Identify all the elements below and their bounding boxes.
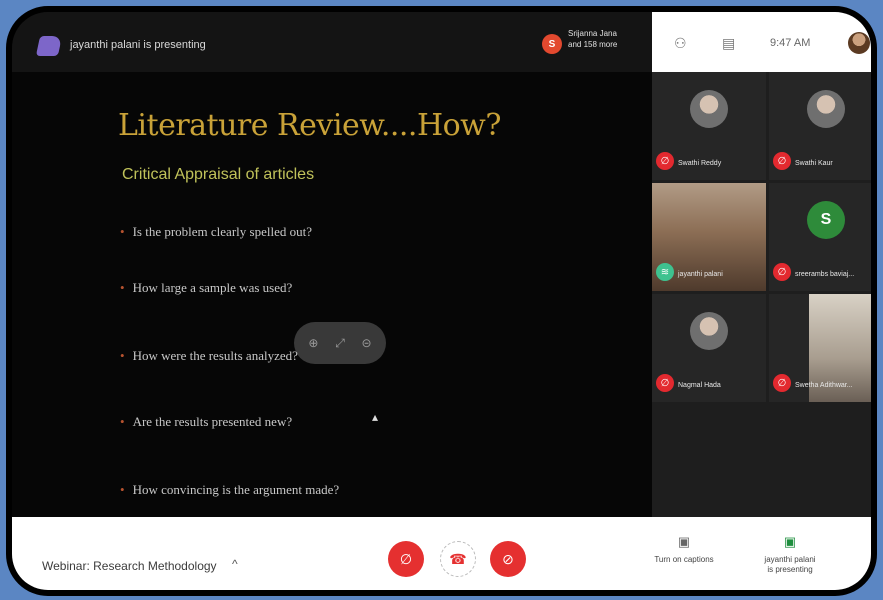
presentation-controls[interactable]: ⊕ ⤢ ⊝ xyxy=(294,322,386,364)
user-avatar[interactable] xyxy=(848,32,870,54)
avatar xyxy=(807,90,845,128)
participant-avatar[interactable]: S xyxy=(542,34,562,54)
captions-button[interactable]: ▣ Turn on captions xyxy=(644,534,724,565)
meeting-window: jayanthi palani is presenting S Srijanna… xyxy=(6,6,877,596)
presentation-slide: Literature Review....How? Critical Appra… xyxy=(12,72,652,517)
slide-bullet: How large a sample was used? xyxy=(120,280,293,296)
avatar xyxy=(690,312,728,350)
participant-name: sreerambs baviaj... xyxy=(795,271,855,278)
slide-bullet: Are the results presented new? xyxy=(120,414,293,430)
mouse-cursor-icon: ▴ xyxy=(372,410,379,424)
chat-icon[interactable]: ▤ xyxy=(722,35,735,52)
participant-tile[interactable]: S ∅ sreerambs baviaj... xyxy=(769,183,871,291)
slide-subtitle: Critical Appraisal of articles xyxy=(122,166,315,183)
participant-tile[interactable]: ≋ jayanthi palani xyxy=(652,183,766,291)
mic-toggle-button[interactable]: ∅ xyxy=(388,541,424,577)
participants-grid: ∅ Swathi Reddy ∅ Swathi Kaur ≋ jayanthi … xyxy=(652,72,871,517)
presenting-button[interactable]: ▣ jayanthi palani is presenting xyxy=(750,534,830,575)
captions-icon: ▣ xyxy=(677,534,691,549)
hang-up-icon: ☎ xyxy=(449,550,467,567)
participant-name: jayanthi palani xyxy=(678,271,723,278)
chevron-up-icon[interactable]: ^ xyxy=(232,557,238,571)
mic-off-icon: ∅ xyxy=(773,263,791,281)
speaking-icon: ≋ xyxy=(656,263,674,281)
meeting-title[interactable]: Webinar: Research Methodology xyxy=(42,559,217,573)
mic-off-icon: ∅ xyxy=(773,152,791,170)
mic-off-icon: ∅ xyxy=(773,374,791,392)
participant-tile[interactable]: ∅ Nagmal Hada xyxy=(652,294,766,402)
leave-call-button[interactable]: ☎ xyxy=(440,541,476,577)
avatar xyxy=(690,90,728,128)
present-screen-icon: ▣ xyxy=(783,534,797,549)
fullscreen-icon[interactable]: ⤢ xyxy=(335,336,345,351)
slide-bullet: How convincing is the argument made? xyxy=(120,482,340,498)
bottom-toolbar: Webinar: Research Methodology ^ ∅ ☎ ⊘ ▣ … xyxy=(12,517,871,590)
participants-summary[interactable]: Srijanna Jana and 158 more xyxy=(568,28,652,50)
avatar: S xyxy=(807,201,845,239)
slide-bullet: How were the results analyzed? xyxy=(120,348,298,364)
people-icon[interactable]: ⚇ xyxy=(674,35,687,52)
mic-off-icon: ∅ xyxy=(656,374,674,392)
slide-bullet: Is the problem clearly spelled out? xyxy=(120,224,312,240)
participant-name: Swathi Reddy xyxy=(678,160,722,167)
participant-tile[interactable]: ∅ Swathi Kaur xyxy=(769,72,871,180)
participant-name: Swetha Adithwar... xyxy=(795,382,853,389)
camera-toggle-button[interactable]: ⊘ xyxy=(490,541,526,577)
participant-tile[interactable]: ∅ Swetha Adithwar... xyxy=(769,294,871,402)
pin-icon[interactable]: ⊕ xyxy=(308,336,318,350)
top-right-panel: ⚇ ▤ 9:47 AM xyxy=(652,12,871,72)
presentation-icon xyxy=(35,36,63,56)
mic-off-icon: ∅ xyxy=(656,152,674,170)
participant-name: Nagmal Hada xyxy=(678,382,721,389)
camera-off-icon: ⊘ xyxy=(502,550,514,567)
mic-off-icon: ∅ xyxy=(399,550,413,567)
presenting-label: jayanthi palani is presenting xyxy=(70,39,206,51)
clock-time: 9:47 AM xyxy=(770,37,811,49)
presenter-bar: jayanthi palani is presenting S Srijanna… xyxy=(12,12,652,72)
slide-title: Literature Review....How? xyxy=(118,108,501,143)
participant-tile[interactable]: ∅ Swathi Reddy xyxy=(652,72,766,180)
stop-icon[interactable]: ⊝ xyxy=(362,336,372,350)
participant-name: Swathi Kaur xyxy=(795,160,833,167)
